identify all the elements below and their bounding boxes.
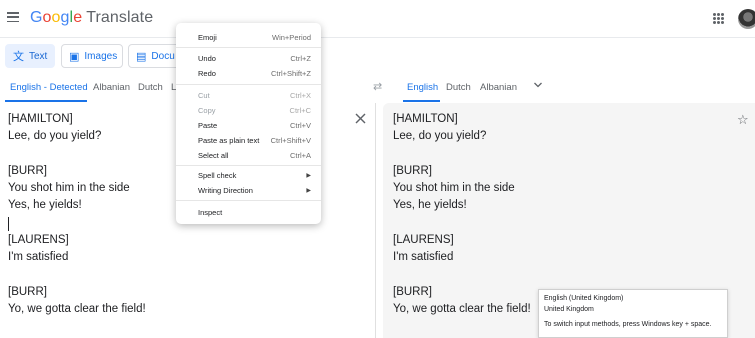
menu-item-paste[interactable]: Paste Ctrl+V [198,119,311,131]
text-mode-button[interactable]: 文 Text [5,44,55,68]
apps-grid-icon[interactable] [713,13,724,24]
menu-item-copy: Copy Ctrl+C [198,105,311,115]
menu-separator [176,165,321,166]
images-mode-label: Images [84,50,118,62]
menu-item-paste-plain-text[interactable]: Paste as plain text Ctrl+Shift+V [198,134,311,146]
document-icon: ▤ [136,50,147,63]
logo-letter: e [73,9,83,26]
submenu-arrow-icon: ▶ [306,187,311,194]
hamburger-menu-icon[interactable] [7,12,19,23]
source-text[interactable]: [HAMILTON] Lee, do you yield? [BURR] You… [8,111,146,319]
input-method-tooltip: English (United Kingdom) United Kingdom … [538,289,728,338]
menu-item-emoji[interactable]: Emoji Win+Period [198,31,311,43]
text-cursor [8,217,9,231]
menu-separator [176,47,321,48]
target-lang-dutch-tab[interactable]: Dutch [446,82,471,93]
menu-item-cut: Cut Ctrl+X [198,90,311,100]
logo-letter: g [60,9,70,26]
menu-item-spell-check[interactable]: Spell check ▶ [198,169,311,181]
menu-item-select-all[interactable]: Select all Ctrl+A [198,149,311,161]
translation-text: [HAMILTON] Lee, do you yield? [BURR] You… [393,113,531,316]
menu-separator [176,200,321,201]
source-tab-underline [5,100,87,102]
context-menu: Emoji Win+Period Undo Ctrl+Z Redo Ctrl+S… [176,23,321,224]
close-icon[interactable] [355,113,366,124]
menu-item-writing-direction[interactable]: Writing Direction ▶ [198,184,311,196]
text-mode-label: Text [29,50,48,62]
source-lang-dutch-tab[interactable]: Dutch [138,82,163,93]
menu-separator [176,84,321,85]
logo-letter: o [42,9,52,26]
target-lang-english-tab[interactable]: English [407,82,438,93]
google-translate-logo[interactable]: Google Translate [30,9,153,27]
submenu-arrow-icon: ▶ [306,172,311,179]
avatar[interactable] [738,9,755,29]
google-wordmark: Google [30,9,82,26]
source-lang-albanian-tab[interactable]: Albanian [93,82,130,93]
chevron-down-icon[interactable] [533,80,543,90]
target-tab-underline [403,100,440,102]
star-icon[interactable]: ☆ [737,112,749,128]
images-mode-button[interactable]: ▣ Images [61,44,123,68]
menu-item-redo[interactable]: Redo Ctrl+Shift+Z [198,67,311,79]
source-lang-detected-tab[interactable]: English - Detected [10,82,88,93]
menu-item-undo[interactable]: Undo Ctrl+Z [198,52,311,64]
target-lang-albanian-tab[interactable]: Albanian [480,82,517,93]
menu-item-inspect[interactable]: Inspect [198,206,311,218]
translate-text-icon: 文 [13,51,24,63]
documents-mode-label: Docu [151,50,175,62]
logo-letter: o [51,9,61,26]
translate-wordmark: Translate [86,9,154,26]
logo-letter: G [30,9,43,26]
app-header: Google Translate [0,0,755,38]
swap-languages-icon[interactable]: ⇄ [373,80,382,93]
image-icon: ▣ [69,50,80,63]
